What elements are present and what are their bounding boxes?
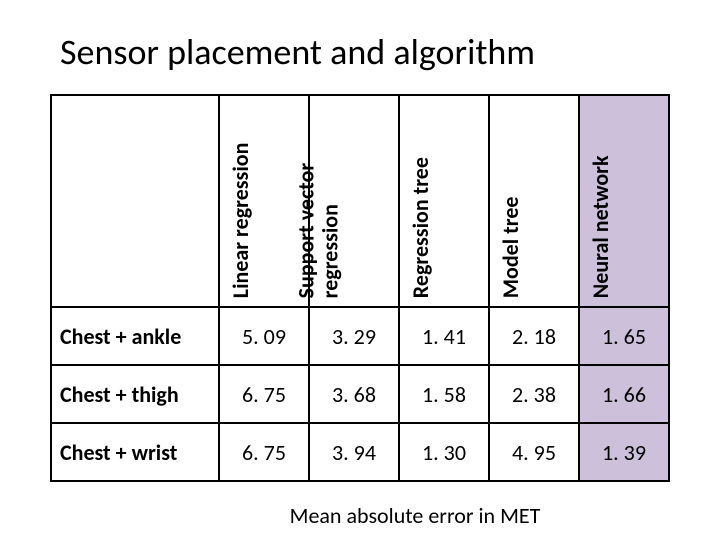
cell: 1. 65 [579, 307, 669, 365]
cell: 2. 38 [489, 365, 579, 423]
cell: 5. 09 [219, 307, 309, 365]
col-label: Regression tree [409, 98, 433, 298]
col-label: Neural network [589, 98, 613, 298]
col-label: Model tree [499, 98, 523, 298]
cell: 3. 94 [309, 423, 399, 481]
col-label: Linear regression [229, 98, 253, 298]
col-model-tree: Model tree [489, 95, 579, 307]
slide: Sensor placement and algorithm Linear re… [0, 0, 720, 540]
cell: 3. 29 [309, 307, 399, 365]
cell: 1. 30 [399, 423, 489, 481]
cell: 1. 39 [579, 423, 669, 481]
row-label: Chest + wrist [51, 423, 219, 481]
blank-corner [51, 95, 219, 307]
cell: 6. 75 [219, 365, 309, 423]
cell: 6. 75 [219, 423, 309, 481]
caption: Mean absolute error in MET [50, 502, 670, 529]
table-row: Chest + ankle 5. 09 3. 29 1. 41 2. 18 1.… [51, 307, 669, 365]
col-label: Support vector regression [295, 98, 343, 298]
cell: 1. 58 [399, 365, 489, 423]
col-neural-network: Neural network [579, 95, 669, 307]
col-support-vector-regression: Support vector regression [309, 95, 399, 307]
cell: 3. 68 [309, 365, 399, 423]
col-regression-tree: Regression tree [399, 95, 489, 307]
row-label: Chest + thigh [51, 365, 219, 423]
cell: 1. 41 [399, 307, 489, 365]
table-row: Chest + wrist 6. 75 3. 94 1. 30 4. 95 1.… [51, 423, 669, 481]
table-row: Chest + thigh 6. 75 3. 68 1. 58 2. 38 1.… [51, 365, 669, 423]
page-title: Sensor placement and algorithm [60, 30, 670, 74]
table-header-row: Linear regression Support vector regress… [51, 95, 669, 307]
cell: 4. 95 [489, 423, 579, 481]
cell: 1. 66 [579, 365, 669, 423]
cell: 2. 18 [489, 307, 579, 365]
row-label: Chest + ankle [51, 307, 219, 365]
results-table: Linear regression Support vector regress… [50, 94, 670, 482]
